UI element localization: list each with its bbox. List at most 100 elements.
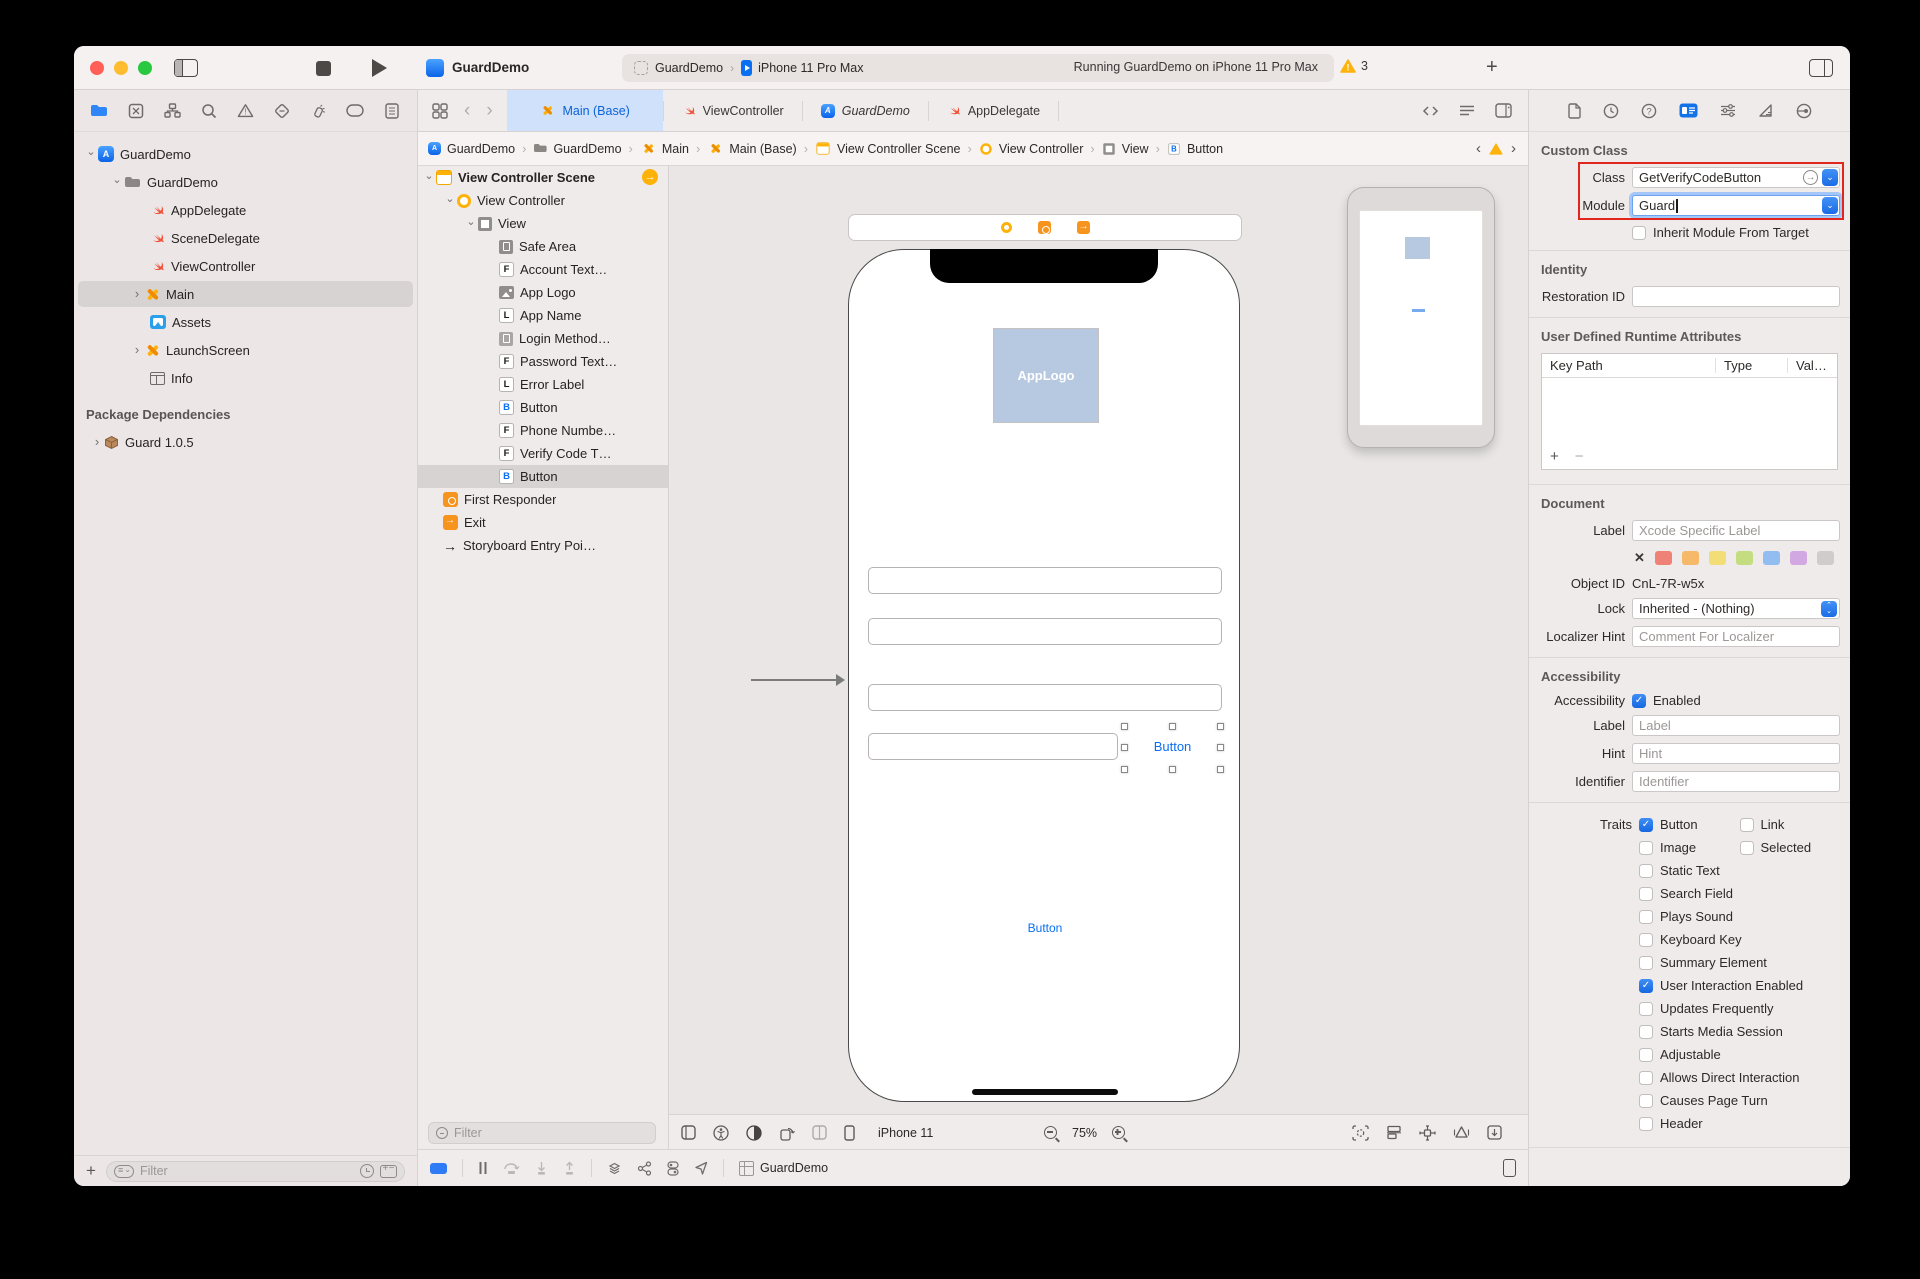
disclosure-open-icon[interactable] [464, 219, 478, 229]
view-controller-device[interactable]: AppLogo Button Button [848, 249, 1240, 1102]
sidebar-item-viewcontroller[interactable]: ViewController [74, 252, 417, 280]
disclosure-open-icon[interactable] [443, 196, 457, 206]
selection-handle[interactable] [1217, 744, 1224, 751]
outline-item-error-label[interactable]: L Error Label [418, 373, 668, 396]
breadcrumb-view[interactable]: View [1102, 142, 1149, 156]
breadcrumb-button[interactable]: BButton [1167, 142, 1223, 156]
simulate-location-icon[interactable] [694, 1161, 708, 1175]
first-responder-icon[interactable] [1038, 221, 1051, 234]
report-navigator-icon[interactable] [381, 100, 403, 122]
find-navigator-icon[interactable] [198, 100, 220, 122]
go-forward-icon[interactable]: › [486, 102, 492, 120]
device-bezels-icon[interactable] [681, 1125, 696, 1140]
jump-to-class-icon[interactable]: → [1803, 170, 1818, 185]
accessibility-preview-icon[interactable] [713, 1125, 729, 1141]
outline-filter-field[interactable]: Filter [428, 1122, 656, 1144]
zoom-level[interactable]: 75% [1072, 1126, 1097, 1140]
account-text-field[interactable] [868, 567, 1222, 594]
breadcrumb-group[interactable]: GuardDemo [533, 142, 621, 156]
selection-handle[interactable] [1217, 766, 1224, 773]
breadcrumb-main-base[interactable]: Main (Base) [707, 141, 796, 156]
outline-item-button-1[interactable]: B Button [418, 396, 668, 419]
related-items-icon[interactable] [432, 103, 448, 119]
selection-handle[interactable] [1217, 723, 1224, 730]
recent-files-icon[interactable] [360, 1164, 374, 1178]
inherit-module-checkbox[interactable] [1632, 226, 1646, 240]
history-inspector-icon[interactable] [1603, 103, 1619, 119]
navigator-filter-field[interactable]: Filter [106, 1161, 405, 1182]
appearance-icon[interactable] [746, 1125, 762, 1141]
toggle-inspector-icon[interactable] [1809, 59, 1833, 77]
add-attribute-button[interactable]: + [1550, 448, 1559, 465]
selected-button[interactable]: Button [1124, 726, 1221, 770]
outline-item-password-text[interactable]: F Password Text… [418, 350, 668, 373]
trait-header-checkbox[interactable] [1639, 1117, 1653, 1131]
warning-icon[interactable] [1489, 143, 1503, 155]
accessibility-enabled-checkbox[interactable] [1632, 694, 1646, 708]
selection-handle[interactable] [1169, 766, 1176, 773]
outline-item-verify-code[interactable]: F Verify Code T… [418, 442, 668, 465]
storyboard-entry-arrow[interactable] [751, 679, 837, 681]
module-dropdown-icon[interactable]: ⌄ [1822, 197, 1838, 214]
adjust-editor-icon[interactable] [1459, 104, 1475, 117]
scheme-destination[interactable]: iPhone 11 Pro Max [758, 61, 863, 75]
breakpoint-navigator-icon[interactable] [344, 100, 366, 122]
phone-number-text-field[interactable] [868, 684, 1222, 711]
label-color-blue[interactable] [1763, 551, 1780, 565]
trait-button-checkbox[interactable] [1639, 818, 1653, 832]
breadcrumb-view-controller[interactable]: View Controller [979, 142, 1084, 156]
label-color-green[interactable] [1736, 551, 1753, 565]
outline-item-scene[interactable]: View Controller Scene → [418, 166, 668, 189]
add-constraints-icon[interactable] [1419, 1125, 1436, 1141]
a11y-label-field[interactable]: Label [1632, 715, 1840, 736]
outline-item-app-name[interactable]: L App Name [418, 304, 668, 327]
canvas-device-name[interactable]: iPhone 11 [878, 1126, 933, 1140]
disclosure-open-icon[interactable] [84, 149, 98, 159]
breadcrumb-project[interactable]: GuardDemo [428, 142, 515, 156]
breadcrumb-main[interactable]: Main [640, 141, 689, 156]
minimap-preview[interactable] [1347, 187, 1495, 448]
module-field[interactable]: Guard ⌄ [1632, 195, 1840, 216]
debug-device-icon[interactable] [1503, 1159, 1516, 1177]
size-inspector-icon[interactable] [1758, 103, 1774, 118]
storyboard-canvas[interactable]: AppLogo Button Button [669, 166, 1528, 1114]
zoom-out-icon[interactable] [1044, 1126, 1057, 1139]
bookmarks-navigator-icon[interactable] [161, 100, 183, 122]
trait-keyboard-key-checkbox[interactable] [1639, 933, 1653, 947]
sidebar-item-appdelegate[interactable]: AppDelegate [74, 196, 417, 224]
document-label-field[interactable]: Xcode Specific Label [1632, 520, 1840, 541]
debug-target[interactable]: GuardDemo [739, 1161, 828, 1176]
outline-item-login-method[interactable]: Login Method… [418, 327, 668, 350]
toggle-navigator-icon[interactable] [174, 59, 198, 77]
disclosure-open-icon[interactable] [422, 173, 436, 183]
trait-updates-frequently-checkbox[interactable] [1639, 1002, 1653, 1016]
tab-main-base[interactable]: Main (Base) [507, 90, 663, 131]
selection-handle[interactable] [1169, 723, 1176, 730]
outline-item-view[interactable]: View [418, 212, 668, 235]
a11y-hint-field[interactable]: Hint [1632, 743, 1840, 764]
code-review-icon[interactable] [1422, 104, 1439, 118]
scene-jump-icon[interactable]: → [642, 169, 658, 185]
memory-graph-icon[interactable] [637, 1161, 652, 1176]
new-tab-button[interactable]: + [1486, 57, 1498, 77]
step-out-icon[interactable] [563, 1161, 576, 1175]
label-color-purple[interactable] [1790, 551, 1807, 565]
disclosure-open-icon[interactable] [110, 177, 124, 187]
add-editor-icon[interactable] [1495, 103, 1512, 118]
go-back-icon[interactable]: ‹ [464, 102, 470, 120]
orientation-icon[interactable] [812, 1125, 827, 1140]
zoom-window-button[interactable] [138, 61, 152, 75]
source-control-icon[interactable] [125, 100, 147, 122]
trait-user-interaction-checkbox[interactable] [1639, 979, 1653, 993]
test-navigator-icon[interactable] [271, 100, 293, 122]
outline-item-safe-area[interactable]: Safe Area [418, 235, 668, 258]
lock-dropdown[interactable]: Inherited - (Nothing) ⌃⌄ [1632, 598, 1840, 619]
localizer-hint-field[interactable]: Comment For Localizer [1632, 626, 1840, 647]
embed-icon[interactable] [1487, 1125, 1502, 1140]
no-color-icon[interactable]: ✕ [1634, 550, 1645, 566]
filter-options-icon[interactable] [114, 1165, 134, 1178]
resolve-autolayout-icon[interactable] [1453, 1125, 1470, 1140]
exit-icon[interactable] [1077, 221, 1090, 234]
tab-guarddemo[interactable]: GuardDemo [803, 90, 928, 131]
selection-handle[interactable] [1121, 723, 1128, 730]
